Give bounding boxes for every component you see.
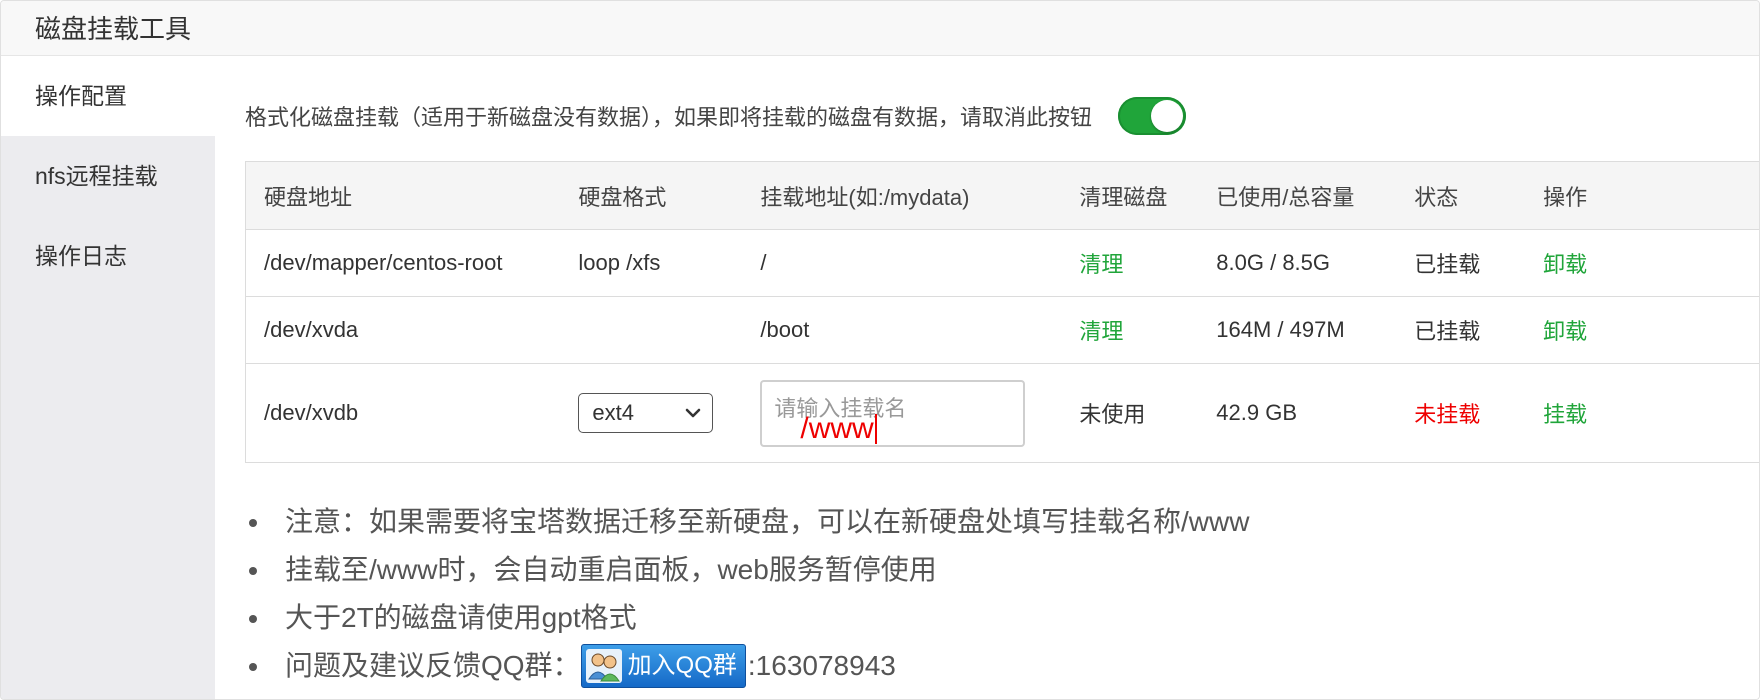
disk-table: 硬盘地址 硬盘格式 挂载地址(如:/mydata) 清理磁盘 已使用/总容量 状… xyxy=(245,161,1759,463)
notes-list: 注意：如果需要将宝塔数据迁移至新硬盘，可以在新硬盘处填写挂载名称/www 挂载至… xyxy=(245,498,1249,690)
clean-link[interactable]: 清理 xyxy=(1061,229,1199,297)
sidebar-item-nfs-remote-mount[interactable]: nfs远程挂载 xyxy=(1,136,215,216)
cell-usage: 8.0G / 8.5G xyxy=(1198,229,1397,297)
main-content: 格式化磁盘挂载（适用于新磁盘没有数据），如果即将挂载的磁盘有数据，请取消此按钮 … xyxy=(215,56,1759,699)
cell-mount-point: / xyxy=(742,229,1062,297)
column-header-action: 操作 xyxy=(1525,161,1759,230)
cell-format: loop /xfs xyxy=(560,229,743,297)
cell-device: /dev/xvda xyxy=(245,296,561,364)
unmount-link[interactable]: 卸载 xyxy=(1525,296,1759,364)
feedback-item: 问题及建议反馈QQ群： 加入QQ群 :163078943 xyxy=(245,642,1249,690)
column-header-clean: 清理磁盘 xyxy=(1061,161,1199,230)
cell-status: 已挂载 xyxy=(1396,229,1526,297)
list-item: 大于2T的磁盘请使用gpt格式 xyxy=(245,594,1249,642)
cell-status: 未挂载 xyxy=(1396,363,1526,463)
format-option-label: 格式化磁盘挂载（适用于新磁盘没有数据），如果即将挂载的磁盘有数据，请取消此按钮 xyxy=(245,105,1093,130)
cell-usage: 164M / 497M xyxy=(1198,296,1397,364)
column-header-device: 硬盘地址 xyxy=(245,161,561,230)
table-header-row: 硬盘地址 硬盘格式 挂载地址(如:/mydata) 清理磁盘 已使用/总容量 状… xyxy=(245,161,1759,230)
chevron-down-icon xyxy=(686,408,701,418)
cell-status: 已挂载 xyxy=(1396,296,1526,364)
cell-format: ext4 xyxy=(560,363,743,463)
column-header-usage: 已使用/总容量 xyxy=(1198,161,1397,230)
mount-input-wrap: /www xyxy=(760,379,1026,447)
cell-device: /dev/mapper/centos-root xyxy=(245,229,561,297)
cell-usage: 42.9 GB xyxy=(1198,363,1397,463)
column-header-format: 硬盘格式 xyxy=(560,161,743,230)
cell-clean: 未使用 xyxy=(1061,363,1199,463)
title-bar: 磁盘挂载工具 xyxy=(1,1,1759,56)
cell-format xyxy=(560,296,743,364)
column-header-mount-point: 挂载地址(如:/mydata) xyxy=(742,161,1062,230)
format-toggle[interactable] xyxy=(1118,97,1187,135)
toggle-knob xyxy=(1151,100,1184,132)
cell-mount-point: /boot xyxy=(742,296,1062,364)
sidebar-item-operation-log[interactable]: 操作日志 xyxy=(1,216,215,296)
table-row: /dev/xvdb ext4 /www xyxy=(245,363,1759,463)
format-select[interactable]: ext4 xyxy=(578,393,714,433)
sidebar-item-operation-config[interactable]: 操作配置 xyxy=(1,56,215,136)
clean-link[interactable]: 清理 xyxy=(1061,296,1199,364)
format-select-value: ext4 xyxy=(592,400,635,425)
window-title: 磁盘挂载工具 xyxy=(35,14,192,44)
feedback-label: 问题及建议反馈QQ群： xyxy=(285,650,581,681)
mount-name-input[interactable] xyxy=(760,379,1026,447)
format-option-row: 格式化磁盘挂载（适用于新磁盘没有数据），如果即将挂载的磁盘有数据，请取消此按钮 xyxy=(245,94,1187,138)
cell-mount-point: /www xyxy=(742,363,1062,463)
unmount-link[interactable]: 卸载 xyxy=(1525,229,1759,297)
disk-mount-tool-window: 磁盘挂载工具 操作配置 nfs远程挂载 操作日志 格式化磁盘挂载（适用于新磁盘没… xyxy=(0,0,1760,700)
column-header-status: 状态 xyxy=(1396,161,1526,230)
table-row: /dev/mapper/centos-root loop /xfs / 清理 8… xyxy=(245,229,1759,297)
list-item: 注意：如果需要将宝塔数据迁移至新硬盘，可以在新硬盘处填写挂载名称/www xyxy=(245,498,1249,546)
sidebar: 操作配置 nfs远程挂载 操作日志 xyxy=(1,56,215,699)
mount-link[interactable]: 挂载 xyxy=(1525,363,1759,463)
qq-group-icon xyxy=(585,649,622,683)
join-qq-group-button[interactable]: 加入QQ群 xyxy=(580,644,746,688)
join-qq-group-label: 加入QQ群 xyxy=(627,652,737,679)
table-row: /dev/xvda /boot 清理 164M / 497M 已挂载 卸载 xyxy=(245,296,1759,364)
qq-group-number: :163078943 xyxy=(747,650,896,681)
cell-device: /dev/xvdb xyxy=(245,363,561,463)
list-item: 挂载至/www时，会自动重启面板，web服务暂停使用 xyxy=(245,546,1249,594)
